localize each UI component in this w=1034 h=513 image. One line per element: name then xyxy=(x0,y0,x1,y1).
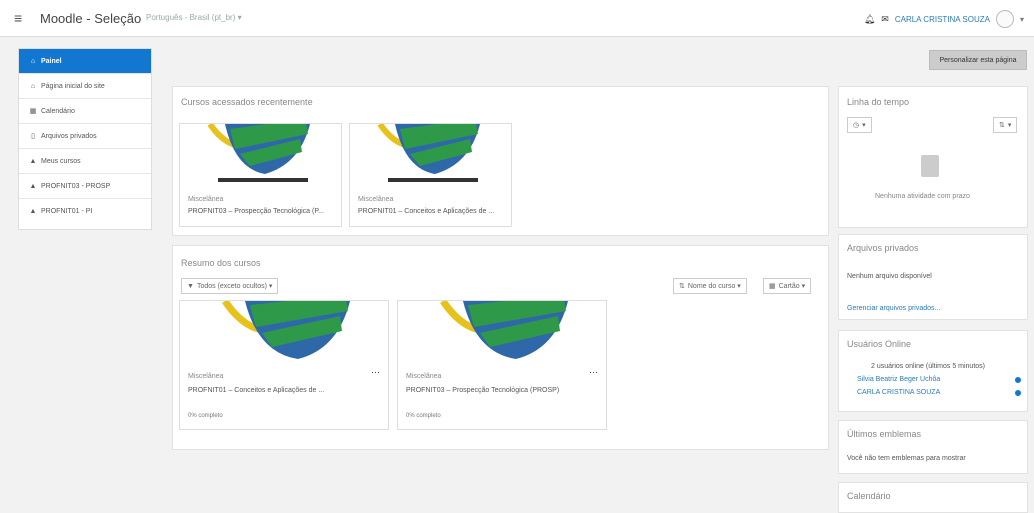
sort-dropdown[interactable]: ⇅ Nome do curso ▾ xyxy=(673,278,747,294)
user-area: 🔔︎ ✉︎ CARLA CRISTINA SOUZA ▾ xyxy=(864,10,1024,28)
sidebar-item-label: PROFNIT03 - PROSP xyxy=(41,182,111,190)
graduation-cap-icon: ▲ xyxy=(29,157,37,165)
sidebar-item-my-courses[interactable]: ▲ Meus cursos xyxy=(19,149,151,174)
sort-icon: ⇅ xyxy=(679,283,685,290)
sidebar-item-course-prosp[interactable]: ▲ PROFNIT03 - PROSP xyxy=(19,174,151,199)
user-name[interactable]: CARLA CRISTINA SOUZA xyxy=(895,15,990,24)
online-users-summary: 2 usuários online (últimos 5 minutos) xyxy=(871,363,985,370)
course-menu-icon[interactable]: ⋯ xyxy=(589,367,598,378)
chevron-down-icon: ▾ xyxy=(862,122,866,129)
sidebar-item-label: Calendário xyxy=(41,107,75,115)
course-name[interactable]: PROFNIT03 – Prospecção Tecnológica (P... xyxy=(188,208,324,215)
block-title: Cursos acessados recentemente xyxy=(181,97,313,107)
sidebar-item-label: Página inicial do site xyxy=(41,82,105,90)
message-icon[interactable] xyxy=(1015,377,1021,383)
private-files-empty: Nenhum arquivo disponível xyxy=(847,273,932,280)
sidebar-item-label: PROFNIT01 - PI xyxy=(41,208,93,215)
block-title: Últimos emblemas xyxy=(847,429,922,439)
sort-label: Nome do curso ▾ xyxy=(687,283,741,290)
message-icon[interactable]: ✉︎ xyxy=(881,14,889,25)
timeline-block: Linha do tempo ◷ ▾ ⇅ ▾ Nenhuma atividade c… xyxy=(838,86,1028,228)
file-icon: ▯ xyxy=(31,133,35,140)
sidebar-item-private-files[interactable]: ▯ Arquivos privados xyxy=(19,124,151,149)
course-category: Miscelânea xyxy=(406,373,442,380)
badges-block: Últimos emblemas Você não tem emblemas p… xyxy=(838,420,1028,474)
filter-dropdown[interactable]: ▼ Todos (exceto ocultos) ▾ xyxy=(181,278,279,294)
grid-icon: ▦ xyxy=(769,283,776,290)
online-users-block: Usuários Online 2 usuários online (últim… xyxy=(838,330,1028,412)
manage-files-link[interactable]: Gerenciar arquivos privados... xyxy=(847,305,940,312)
course-card[interactable]: Miscelânea PROFNIT03 – Prospecção Tecnol… xyxy=(179,123,342,227)
clock-icon: ◷ xyxy=(853,122,860,129)
filter-label: Todos (exceto ocultos) ▾ xyxy=(196,283,273,290)
course-image xyxy=(350,124,511,184)
sidebar-item-course-pi[interactable]: ▲ PROFNIT01 - PI xyxy=(19,199,151,224)
course-card[interactable]: Miscelânea PROFNIT01 – Conceitos e Aplic… xyxy=(349,123,512,227)
calendar-block: Calendário xyxy=(838,482,1028,513)
home-icon: ⌂ xyxy=(30,82,36,90)
badges-empty: Você não tem emblemas para mostrar xyxy=(847,455,966,462)
sidebar-item-label: Painel xyxy=(41,57,62,65)
site-name[interactable]: Moodle - Seleção xyxy=(40,11,141,26)
sort-icon: ⇅ xyxy=(999,122,1005,129)
block-title: Calendário xyxy=(847,491,891,501)
course-progress: 0% completo xyxy=(406,413,441,419)
course-card[interactable]: Miscelânea ⋯ PROFNIT03 – Prospecção Tecn… xyxy=(397,300,607,430)
course-category: Miscelânea xyxy=(188,196,224,203)
timeline-sort-dropdown[interactable]: ⇅ ▾ xyxy=(993,117,1018,133)
timeline-empty-text: Nenhuma atividade com prazo xyxy=(875,193,970,200)
sidebar-item-calendar[interactable]: ▦ Calendário xyxy=(19,99,151,124)
customize-page-button[interactable]: Personalizar esta página xyxy=(929,50,1027,70)
empty-calendar-icon xyxy=(921,155,939,177)
top-navbar: ≡ Moodle - Seleção Português - Brasil (p… xyxy=(0,0,1034,37)
block-title: Linha do tempo xyxy=(847,97,910,107)
view-dropdown[interactable]: ▦ Cartão ▾ xyxy=(763,278,812,294)
sidebar-item-label: Arquivos privados xyxy=(41,132,97,140)
message-icon[interactable] xyxy=(1015,390,1021,396)
dashboard-icon: ⌂ xyxy=(30,57,36,65)
calendar-icon: ▦ xyxy=(29,108,37,115)
course-name[interactable]: PROFNIT03 – Prospecção Tecnológica (PROS… xyxy=(406,387,559,394)
sidebar-item-painel[interactable]: ⌂ Painel xyxy=(19,49,151,74)
nav-drawer: ⌂ Painel ⌂ Página inicial do site ▦ Cale… xyxy=(18,48,152,230)
course-image xyxy=(180,301,388,367)
course-progress: 0% completo xyxy=(188,413,223,419)
filter-icon: ▼ xyxy=(187,282,194,290)
course-category: Miscelânea xyxy=(188,373,224,380)
course-card[interactable]: Miscelânea ⋯ PROFNIT01 – Conceitos e Apl… xyxy=(179,300,389,430)
course-name[interactable]: PROFNIT01 – Conceitos e Aplicações de ..… xyxy=(188,387,324,394)
graduation-cap-icon: ▲ xyxy=(29,182,37,190)
sidebar-item-label: Meus cursos xyxy=(41,157,81,165)
private-files-block: Arquivos privados Nenhum arquivo disponí… xyxy=(838,234,1028,320)
recent-courses-block: Cursos acessados recentemente Miscelânea… xyxy=(172,86,829,236)
course-menu-icon[interactable]: ⋯ xyxy=(371,367,380,378)
view-label: Cartão ▾ xyxy=(778,283,806,290)
course-overview-block: Resumo dos cursos ▼ Todos (exceto oculto… xyxy=(172,245,829,450)
block-title: Usuários Online xyxy=(847,339,912,349)
course-name[interactable]: PROFNIT01 – Conceitos e Aplicações de ..… xyxy=(358,208,494,215)
menu-toggle-icon[interactable]: ≡ xyxy=(14,10,22,26)
avatar[interactable] xyxy=(995,10,1014,28)
language-selector[interactable]: Português - Brasil (pt_br) ▾ xyxy=(146,13,242,22)
course-image xyxy=(398,301,606,367)
chevron-down-icon: ▾ xyxy=(1007,122,1012,129)
timeline-filter-dropdown[interactable]: ◷ ▾ xyxy=(847,117,872,133)
online-user-link[interactable]: Silvia Beatriz Beger Uchôa xyxy=(857,376,940,383)
block-title: Resumo dos cursos xyxy=(181,258,261,268)
block-title: Arquivos privados xyxy=(847,243,919,253)
chevron-down-icon[interactable]: ▾ xyxy=(1020,15,1024,24)
course-image xyxy=(180,124,341,184)
course-category: Miscelânea xyxy=(358,196,394,203)
online-user-link[interactable]: CARLA CRISTINA SOUZA xyxy=(857,389,940,396)
graduation-cap-icon: ▲ xyxy=(29,208,37,215)
notification-bell-icon[interactable]: 🔔︎ xyxy=(864,14,875,25)
sidebar-item-home[interactable]: ⌂ Página inicial do site xyxy=(19,74,151,99)
